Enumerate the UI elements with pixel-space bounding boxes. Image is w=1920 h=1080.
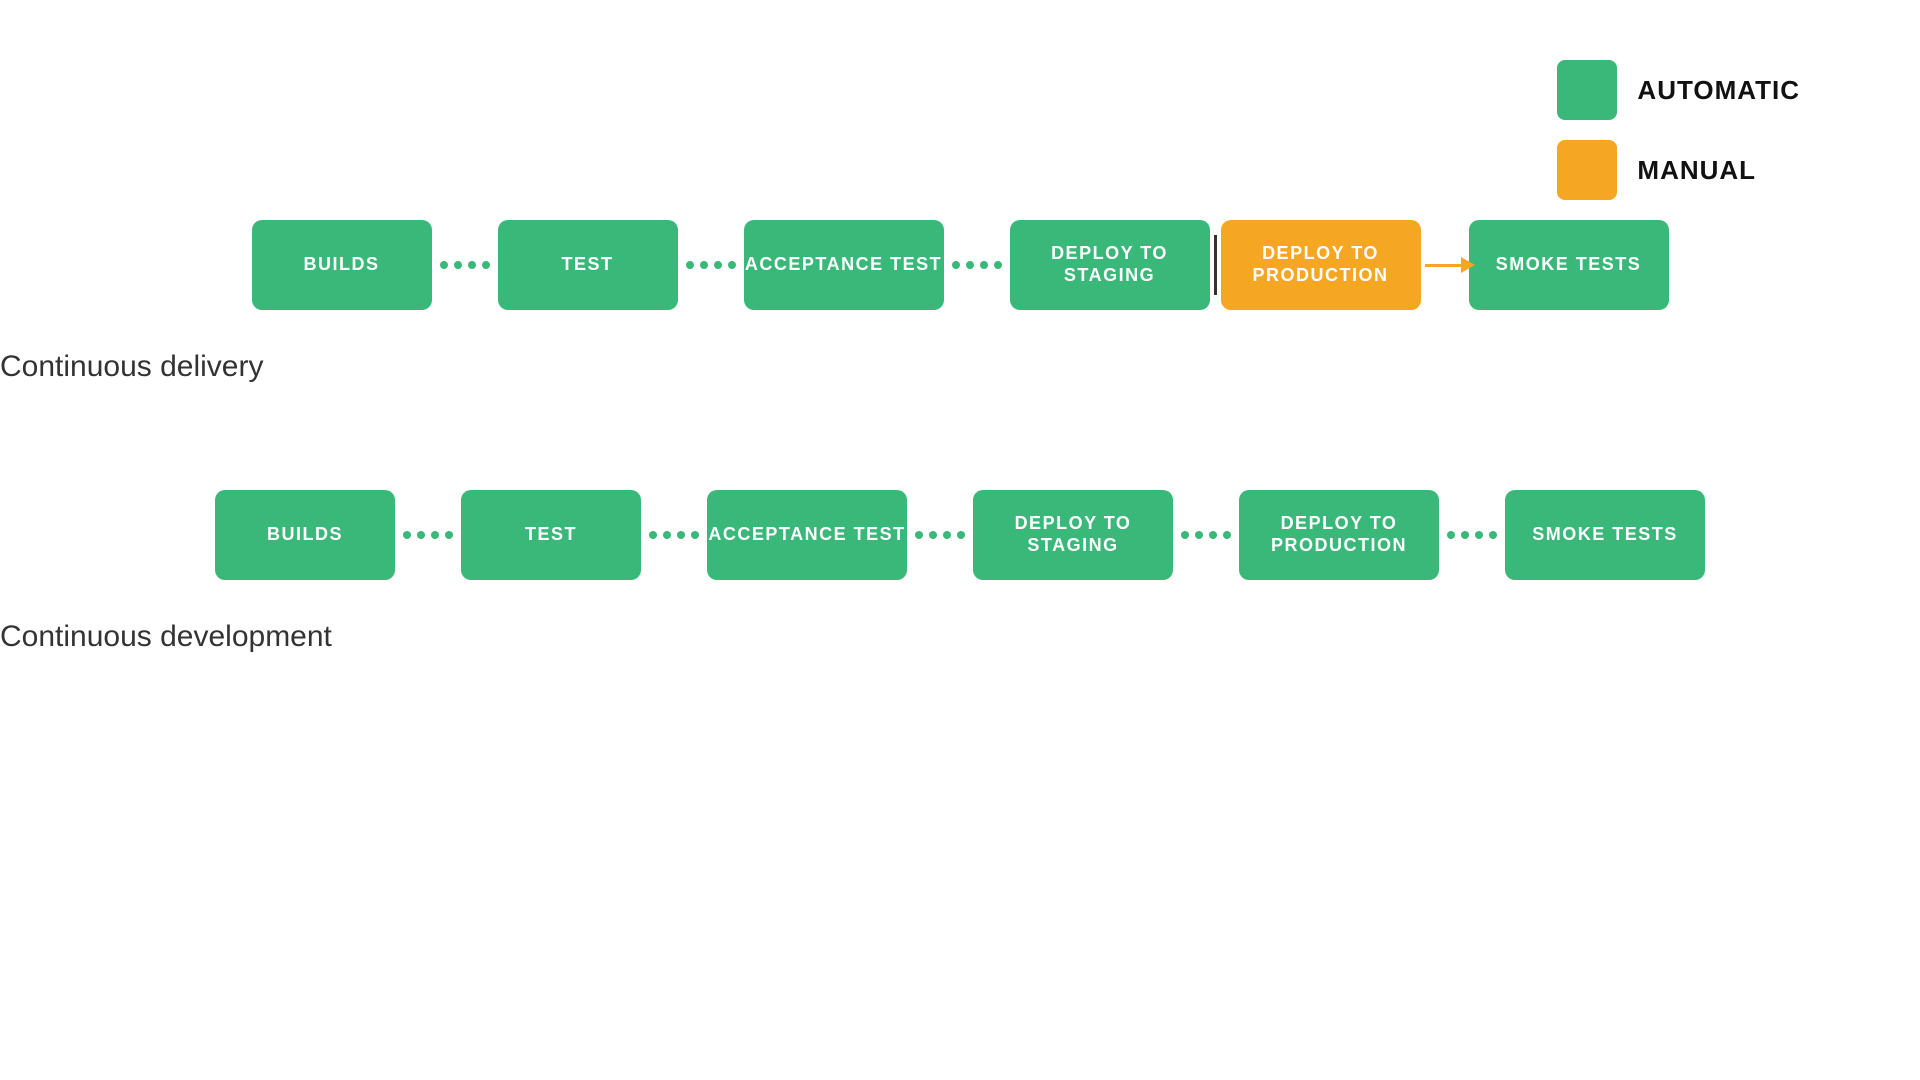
legend-automatic-label: AUTOMATIC bbox=[1637, 75, 1800, 106]
delivery-deploy-staging-box: DEPLOY TO STAGING bbox=[1010, 220, 1210, 310]
development-smoke-box: SMOKE TESTS bbox=[1505, 490, 1705, 580]
continuous-delivery-section: BUILDS TEST ACCEPTANCE T bbox=[0, 220, 1920, 384]
dev-connector-dot-3 bbox=[907, 531, 973, 539]
dev-connector-dot-2 bbox=[641, 531, 707, 539]
delivery-acceptance-box: ACCEPTANCE TEST bbox=[744, 220, 944, 310]
development-acceptance-box: ACCEPTANCE TEST bbox=[707, 490, 907, 580]
delivery-deploy-prod-box: DEPLOY TO PRODUCTION bbox=[1221, 220, 1421, 310]
connector-dot-3 bbox=[944, 261, 1010, 269]
legend-manual-box bbox=[1557, 140, 1617, 200]
dev-connector-dot-5 bbox=[1439, 531, 1505, 539]
legend: AUTOMATIC MANUAL bbox=[1557, 60, 1800, 200]
delivery-builds-box: BUILDS bbox=[252, 220, 432, 310]
delivery-pipeline-row: BUILDS TEST ACCEPTANCE T bbox=[0, 220, 1920, 310]
delivery-test-box: TEST bbox=[498, 220, 678, 310]
legend-automatic: AUTOMATIC bbox=[1557, 60, 1800, 120]
connector-dot-1 bbox=[432, 261, 498, 269]
delivery-label: Continuous delivery bbox=[0, 350, 1920, 384]
development-pipeline-row: BUILDS TEST ACCEPTANCE T bbox=[0, 490, 1920, 580]
connector-arrow-1 bbox=[1421, 264, 1469, 267]
connector-dot-2 bbox=[678, 261, 744, 269]
legend-manual: MANUAL bbox=[1557, 140, 1800, 200]
development-builds-box: BUILDS bbox=[215, 490, 395, 580]
development-label: Continuous development bbox=[0, 620, 1920, 654]
development-test-box: TEST bbox=[461, 490, 641, 580]
dev-connector-dot-4 bbox=[1173, 531, 1239, 539]
manual-barrier bbox=[1210, 235, 1221, 295]
legend-manual-label: MANUAL bbox=[1637, 155, 1756, 186]
delivery-smoke-box: SMOKE TESTS bbox=[1469, 220, 1669, 310]
legend-automatic-box bbox=[1557, 60, 1617, 120]
development-deploy-prod-box: DEPLOY TO PRODUCTION bbox=[1239, 490, 1439, 580]
development-deploy-staging-box: DEPLOY TO STAGING bbox=[973, 490, 1173, 580]
dev-connector-dot-1 bbox=[395, 531, 461, 539]
continuous-development-section: BUILDS TEST ACCEPTANCE T bbox=[0, 490, 1920, 654]
